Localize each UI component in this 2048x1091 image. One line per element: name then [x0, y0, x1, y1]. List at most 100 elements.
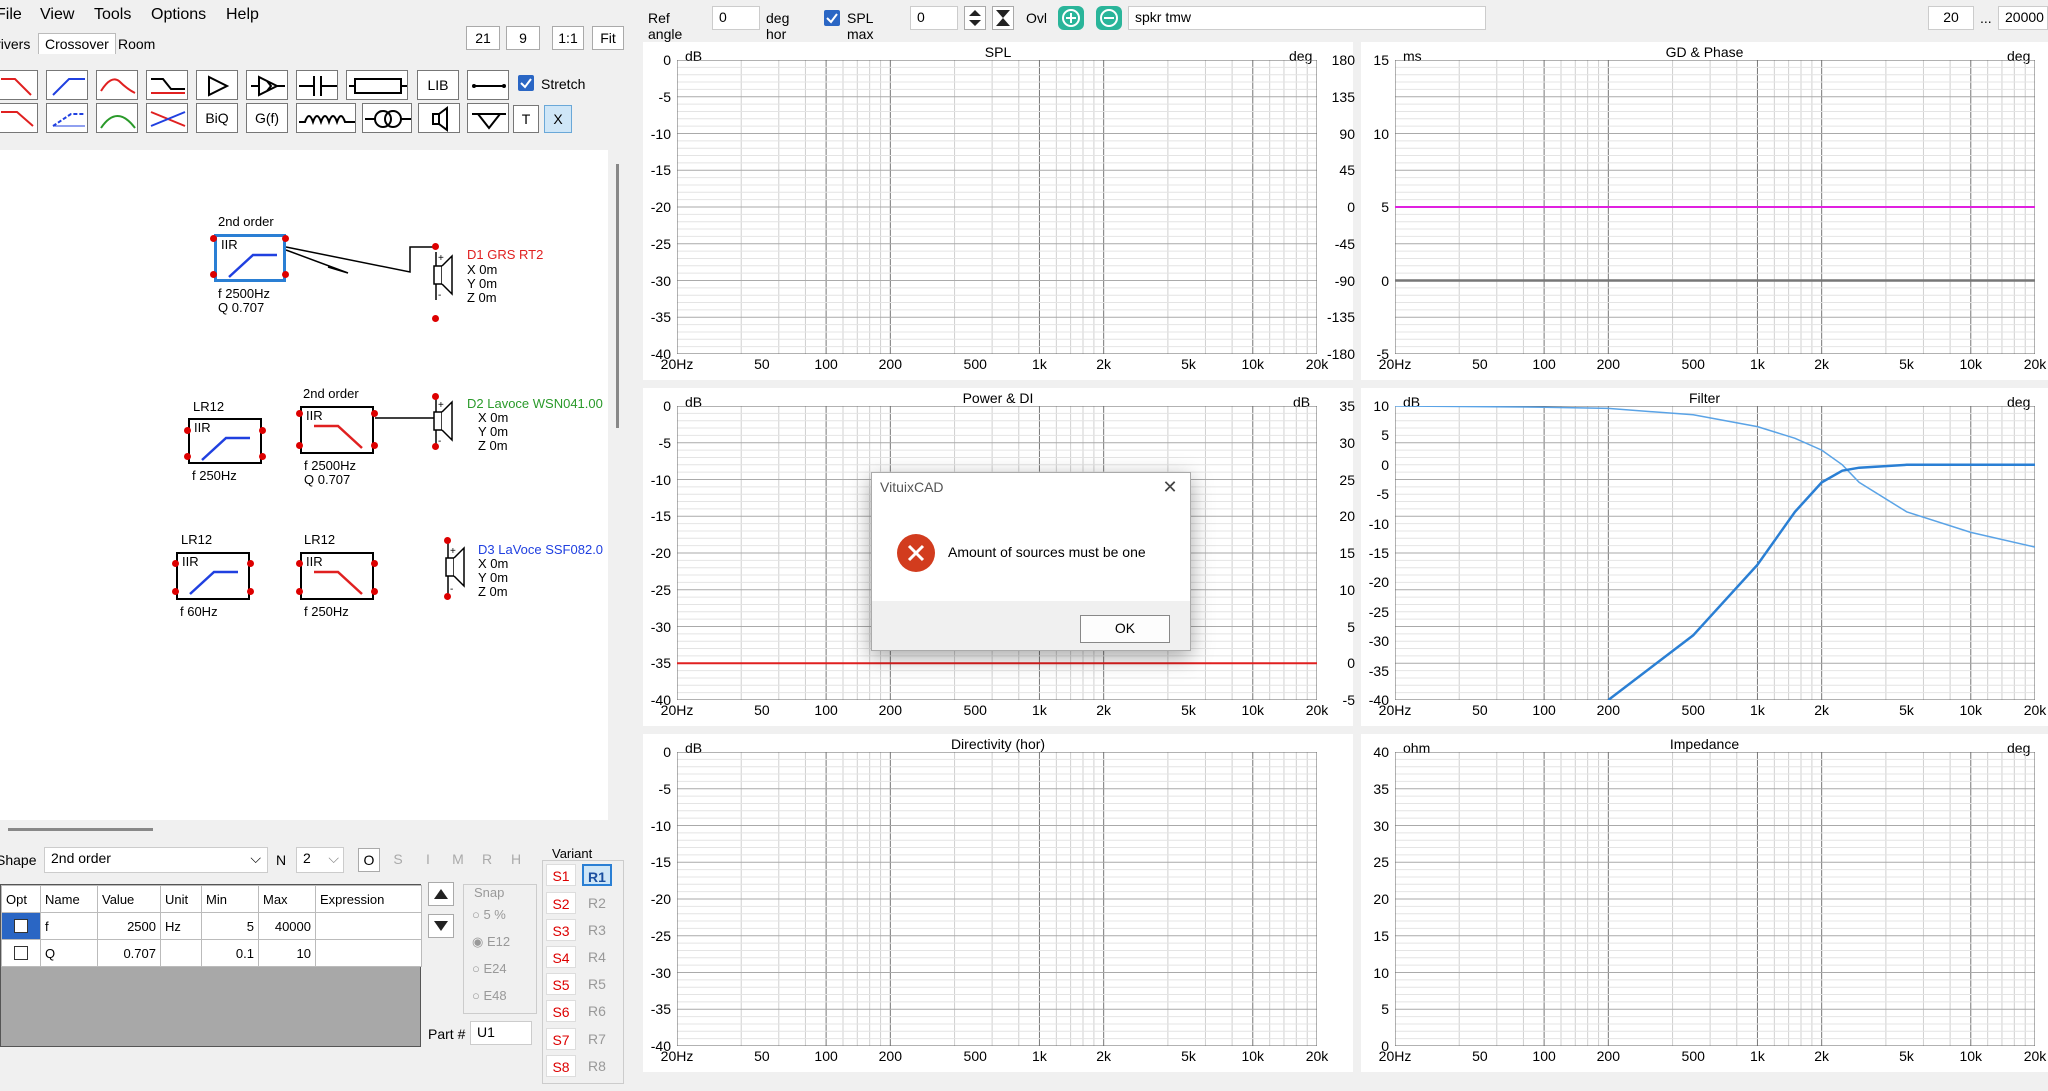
- delete-tool-button[interactable]: X: [544, 105, 572, 133]
- add-overlay-icon[interactable]: [1058, 6, 1084, 30]
- shelf-icon[interactable]: [146, 70, 188, 100]
- driver2-name[interactable]: D2 Lavoce WSN041.00: [467, 396, 603, 411]
- spl-max-checkbox[interactable]: [824, 10, 840, 26]
- auto-scale-icon[interactable]: [992, 6, 1014, 30]
- driver3-speaker-icon[interactable]: + -: [440, 538, 476, 598]
- table-row[interactable]: f 2500 Hz 5 40000: [1, 912, 422, 940]
- snap-option-e48[interactable]: ○ E48: [472, 988, 507, 1003]
- part-input[interactable]: U1: [470, 1021, 532, 1045]
- param-min[interactable]: 5: [201, 912, 259, 940]
- variant-r7[interactable]: R7: [582, 1028, 612, 1050]
- param-expression[interactable]: [315, 912, 422, 940]
- transformer-icon[interactable]: [362, 103, 412, 133]
- spl-max-input[interactable]: 0: [910, 6, 958, 30]
- flag-h-button[interactable]: H: [505, 848, 527, 872]
- chart-filter[interactable]: Filter dB deg 20Hz 50 100 200 500 1k 2k 5k 10k 20…: [1361, 388, 2048, 726]
- bandpass-red-icon[interactable]: [96, 70, 138, 100]
- variant-s5[interactable]: S5: [546, 973, 576, 995]
- flag-m-button[interactable]: M: [447, 848, 469, 872]
- variant-r5[interactable]: R5: [582, 973, 612, 995]
- crossover-icon[interactable]: [146, 103, 188, 133]
- snap-option-5pct[interactable]: ○ 5 %: [472, 907, 506, 922]
- move-up-button[interactable]: [428, 882, 454, 906]
- zoom-fit-button[interactable]: Fit: [592, 26, 624, 50]
- flag-s-button[interactable]: S: [387, 848, 409, 872]
- variant-s8[interactable]: S8: [546, 1055, 576, 1077]
- flag-r-button[interactable]: R: [476, 848, 498, 872]
- resistor-icon[interactable]: [346, 70, 408, 100]
- stretch-checkbox[interactable]: [518, 75, 534, 91]
- schematic-scrollbar[interactable]: [616, 164, 619, 428]
- menu-tools[interactable]: Tools: [94, 6, 131, 24]
- variant-r4[interactable]: R4: [582, 946, 612, 968]
- variant-s6[interactable]: S6: [546, 1000, 576, 1022]
- param-value[interactable]: 0.707: [97, 939, 161, 967]
- driver1-name[interactable]: D1 GRS RT2: [467, 247, 543, 262]
- lowpass-red-icon[interactable]: [0, 103, 38, 133]
- gf-button[interactable]: G(f): [246, 103, 288, 133]
- zoom-1to1-button[interactable]: 1:1: [552, 26, 584, 50]
- move-down-button[interactable]: [428, 914, 454, 938]
- filter-block-3[interactable]: IIR: [300, 406, 374, 454]
- variant-s2[interactable]: S2: [546, 892, 576, 914]
- freq-max-input[interactable]: 20000: [1998, 6, 2048, 30]
- opt-checkbox[interactable]: [1, 912, 41, 940]
- bandpass-green-icon[interactable]: [96, 103, 138, 133]
- snap-option-e12[interactable]: ◉ E12: [472, 934, 510, 950]
- zoom-a-field[interactable]: 21: [466, 26, 500, 50]
- filter-block-2[interactable]: IIR: [188, 418, 262, 464]
- highpass-blue-icon[interactable]: [46, 70, 88, 100]
- filename-input[interactable]: spkr tmw: [1128, 6, 1486, 30]
- param-max[interactable]: 40000: [258, 912, 316, 940]
- library-button[interactable]: LIB: [417, 70, 459, 100]
- variant-s3[interactable]: S3: [546, 919, 576, 941]
- highpass-red-icon[interactable]: [0, 70, 38, 100]
- variant-s7[interactable]: S7: [546, 1028, 576, 1050]
- chart-spl[interactable]: SPL dB deg 20Hz 50 100 200 500 1k 2k 5k 10k 20k 0-…: [643, 42, 1355, 380]
- tab-crossover[interactable]: Crossover: [38, 33, 116, 54]
- filter-block-5[interactable]: IIR: [300, 552, 374, 600]
- panel-splitter[interactable]: [8, 828, 153, 831]
- text-tool-button[interactable]: T: [513, 105, 539, 133]
- variant-s1[interactable]: S1: [546, 864, 576, 886]
- tab-drivers[interactable]: Drivers: [0, 36, 30, 52]
- variant-r8[interactable]: R8: [582, 1055, 612, 1077]
- shape-select[interactable]: 2nd order ⌵: [44, 847, 268, 873]
- menu-help[interactable]: Help: [226, 6, 259, 24]
- variant-r1[interactable]: R1: [582, 864, 612, 886]
- close-icon[interactable]: ✕: [1158, 477, 1182, 499]
- spl-spin-icon[interactable]: [964, 6, 986, 30]
- driver1-speaker-icon[interactable]: + -: [428, 244, 464, 304]
- ref-angle-input[interactable]: 0: [712, 6, 760, 30]
- table-row[interactable]: Q 0.707 0.1 10: [1, 939, 422, 967]
- parameter-table[interactable]: Opt Name Value Unit Min Max Expression f…: [0, 884, 422, 1047]
- flag-o-button[interactable]: O: [358, 848, 380, 872]
- ground-icon[interactable]: [467, 103, 509, 133]
- chart-gd-phase[interactable]: GD & Phase ms deg 20Hz 50 100 200 500 1k 2k 5k 1…: [1361, 42, 2048, 380]
- remove-overlay-icon[interactable]: [1096, 6, 1122, 30]
- allpass-icon[interactable]: [46, 103, 88, 133]
- freq-min-input[interactable]: 20: [1928, 6, 1974, 30]
- inductor-icon[interactable]: [296, 103, 356, 133]
- chart-impedance[interactable]: Impedance ohm deg 20Hz 50 100 200 500 1k 2k 5k 1…: [1361, 734, 2048, 1072]
- param-max[interactable]: 10: [258, 939, 316, 967]
- menu-options[interactable]: Options: [151, 6, 206, 24]
- buffer-icon[interactable]: [246, 70, 288, 100]
- chart-directivity[interactable]: Directivity (hor) dB 20Hz 50 100 200 500 1k 2k…: [643, 734, 1353, 1072]
- filter-block-4[interactable]: IIR: [176, 552, 250, 600]
- schematic-canvas[interactable]: 2nd order IIR f 2500Hz Q 0.707 + - D1 GR…: [0, 150, 619, 820]
- amplifier-icon[interactable]: [196, 70, 238, 100]
- speaker-icon[interactable]: [418, 103, 460, 133]
- variant-r3[interactable]: R3: [582, 919, 612, 941]
- zoom-b-field[interactable]: 9: [506, 26, 540, 50]
- biquad-button[interactable]: BiQ: [196, 103, 238, 133]
- order-select[interactable]: 2 ⌵: [296, 847, 344, 873]
- error-dialog[interactable]: VituixCAD ✕ Amount of sources must be on…: [871, 472, 1191, 651]
- menu-view[interactable]: View: [40, 6, 74, 24]
- snap-option-e24[interactable]: ○ E24: [472, 961, 507, 976]
- param-value[interactable]: 2500: [97, 912, 161, 940]
- variant-r2[interactable]: R2: [582, 892, 612, 914]
- menu-file[interactable]: File: [0, 6, 22, 24]
- tab-room[interactable]: Room: [118, 36, 155, 52]
- flag-i-button[interactable]: I: [417, 848, 439, 872]
